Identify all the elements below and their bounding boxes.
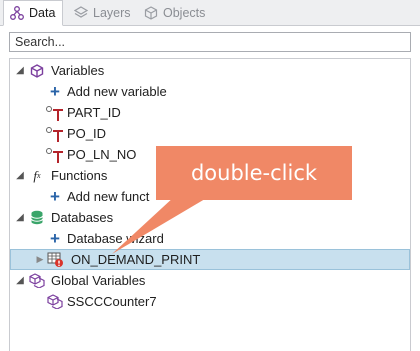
tab-layers[interactable]: Layers — [68, 0, 140, 25]
function-fx-icon: fx — [33, 167, 41, 183]
variable-label: PO_ID — [67, 126, 107, 141]
add-new-function-label: Add new funct — [67, 189, 150, 204]
tree-node-variables[interactable]: ◢ Variables — [10, 60, 410, 81]
callout-text: double-click — [190, 161, 318, 185]
global-variable-icon — [46, 293, 64, 311]
database-item-on-demand-print[interactable]: ▶ ON_DEMAND_PRINT — [10, 249, 410, 270]
variables-cube-icon — [28, 62, 46, 80]
text-variable-icon — [44, 146, 66, 164]
tab-data[interactable]: Data — [3, 0, 63, 26]
variable-item-po-id[interactable]: PO_ID — [10, 123, 410, 144]
search-input[interactable] — [9, 32, 411, 52]
expand-arrow-icon[interactable]: ▶ — [35, 254, 45, 265]
tab-data-label: Data — [29, 6, 56, 20]
database-icon — [28, 209, 46, 227]
tab-objects-label: Objects — [163, 5, 206, 20]
variables-label: Variables — [51, 63, 105, 78]
add-new-variable-item[interactable]: + Add new variable — [10, 81, 410, 102]
add-icon: + — [50, 82, 60, 101]
variable-label: PART_ID — [67, 105, 121, 120]
objects-cube-icon — [144, 5, 158, 20]
global-variables-icon — [28, 272, 46, 290]
global-variable-label: SSCCCounter7 — [67, 294, 157, 309]
databases-label: Databases — [51, 210, 114, 225]
tab-bar: Data Layers Objects — [0, 0, 420, 26]
database-wizard-label: Database wizard — [67, 231, 164, 246]
tree-node-global-variables[interactable]: ◢ Global Variables — [10, 270, 410, 291]
tab-objects[interactable]: Objects — [138, 0, 218, 25]
layers-icon — [74, 5, 88, 20]
add-new-variable-label: Add new variable — [67, 84, 167, 99]
collapse-arrow-icon[interactable]: ◢ — [15, 65, 25, 76]
global-variables-label: Global Variables — [51, 273, 146, 288]
database-item-label: ON_DEMAND_PRINT — [71, 252, 201, 267]
text-variable-icon — [44, 104, 66, 122]
collapse-arrow-icon[interactable]: ◢ — [15, 275, 25, 286]
collapse-arrow-icon[interactable]: ◢ — [15, 170, 25, 181]
variable-label: PO_LN_NO — [67, 147, 137, 162]
data-tree: ◢ Variables + Add new variable PART_ID P… — [9, 58, 411, 351]
text-variable-icon — [44, 125, 66, 143]
tab-layers-label: Layers — [93, 5, 131, 20]
database-wizard-item[interactable]: + Database wizard — [10, 228, 410, 249]
add-icon: + — [50, 229, 60, 248]
variable-item-part-id[interactable]: PART_ID — [10, 102, 410, 123]
database-table-error-icon — [47, 251, 65, 269]
functions-label: Functions — [51, 168, 108, 183]
data-tree-icon — [10, 6, 24, 20]
tree-node-databases[interactable]: ◢ Databases — [10, 207, 410, 228]
add-icon: + — [50, 187, 60, 206]
global-variable-item-ssccounter7[interactable]: SSCCCounter7 — [10, 291, 410, 312]
collapse-arrow-icon[interactable]: ◢ — [15, 212, 25, 223]
double-click-callout: double-click — [156, 146, 352, 200]
